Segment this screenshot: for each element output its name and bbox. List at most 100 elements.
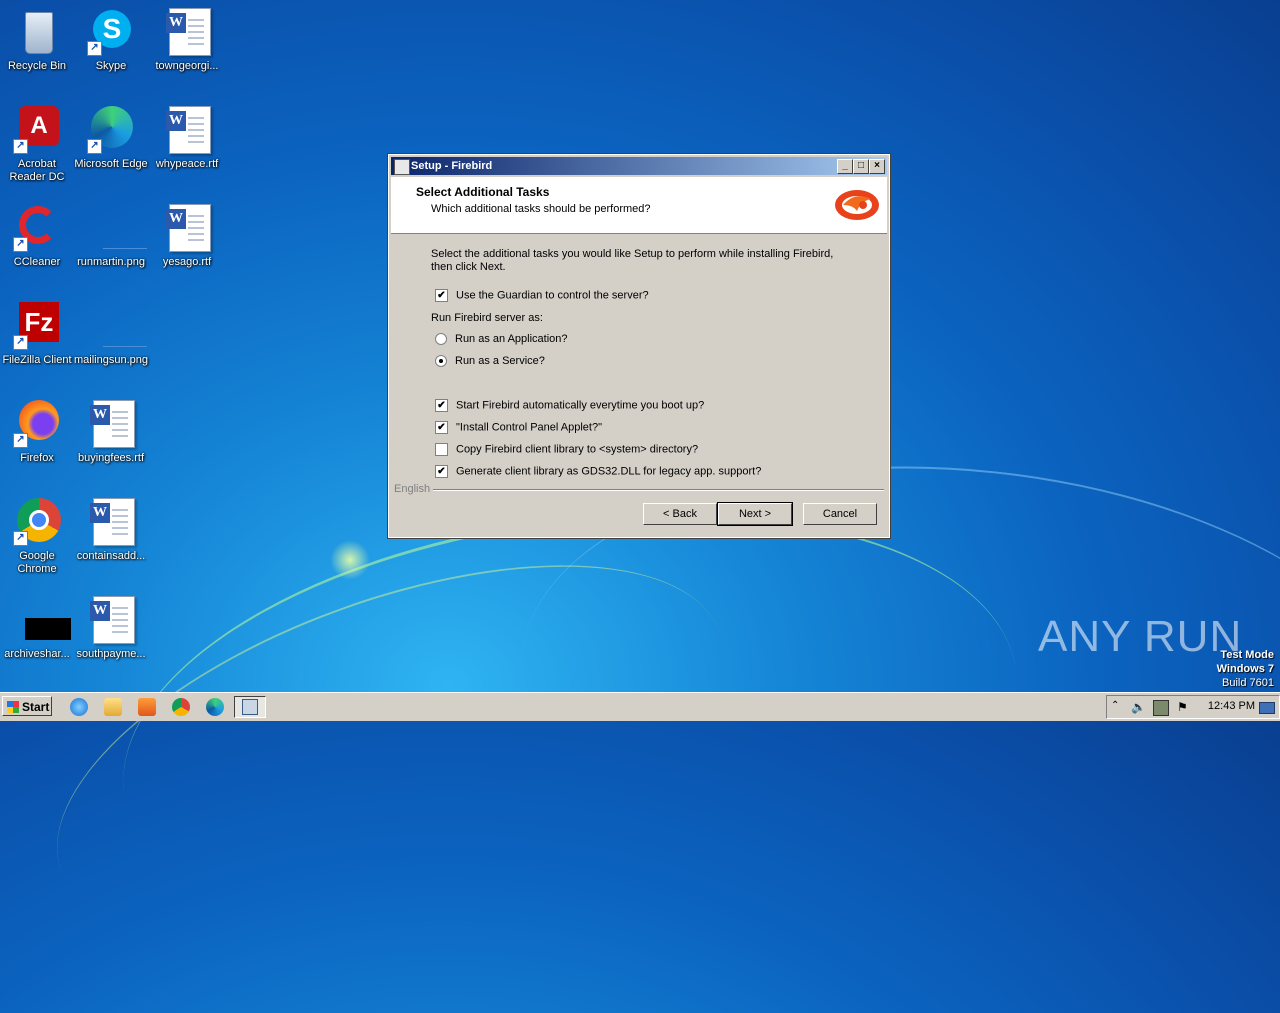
run-as-application-option[interactable]: Run as an Application? [435, 333, 568, 347]
desktop-icon-label: Google Chrome [17, 550, 57, 575]
desktop-icon-file[interactable]: W containsadd... [74, 498, 148, 563]
dialog-titlebar[interactable]: Setup - Firebird _ □ × [391, 157, 887, 175]
guardian-label: Use the Guardian to control the server? [456, 289, 649, 302]
page-title: Select Additional Tasks [416, 185, 550, 199]
edge-icon[interactable] [206, 698, 224, 716]
desktop-icon-file[interactable]: W southpayme... [74, 596, 148, 661]
desktop-icon-file[interactable]: mailingsun.png [74, 302, 148, 367]
gds32-option[interactable]: ✔ Generate client library as GDS32.DLL fo… [435, 465, 761, 479]
run-as-service-radio[interactable] [435, 355, 447, 368]
desktop-icon-label: FileZilla Client [2, 354, 72, 366]
copy-client-library-option[interactable]: Copy Firebird client library to <system>… [435, 443, 698, 457]
clock[interactable]: 12:43 PM [1208, 700, 1255, 712]
desktop-icon-label: CCleaner [13, 256, 61, 268]
shortcut-arrow-icon: ↗ [13, 237, 28, 252]
desktop-icon-recycle-bin[interactable]: Recycle Bin [0, 8, 74, 73]
chrome-icon: ↗ [13, 498, 61, 546]
desktop-icon-label: Skype [95, 60, 127, 72]
build-label: Build 7601 [1222, 677, 1274, 689]
desktop-icon-label: Acrobat Reader DC [9, 158, 65, 183]
skype-icon: S ↗ [87, 8, 135, 56]
network-icon[interactable] [1153, 700, 1169, 716]
desktop-icon-label: whypeace.rtf [155, 158, 219, 170]
desktop-icon-file[interactable]: W buyingfees.rtf [74, 400, 148, 465]
desktop-icon-edge[interactable]: ↗ Microsoft Edge [74, 106, 148, 171]
chrome-icon[interactable] [172, 698, 190, 716]
next-button[interactable]: Next > [717, 502, 793, 526]
desktop-icon-file[interactable]: W whypeace.rtf [150, 106, 224, 171]
close-button[interactable]: × [869, 159, 885, 174]
footer-separator [433, 489, 884, 491]
setup-dialog: Setup - Firebird _ □ × Select Additional… [387, 153, 891, 539]
run-as-service-label: Run as a Service? [455, 355, 545, 367]
show-hidden-icons-icon[interactable]: ⌃ [1111, 700, 1125, 714]
cancel-button[interactable]: Cancel [803, 503, 877, 525]
desktop-icon-chrome[interactable]: ↗ Google Chrome [0, 498, 74, 576]
maximize-button[interactable]: □ [853, 159, 869, 174]
shortcut-arrow-icon: ↗ [13, 531, 28, 546]
os-label: Windows 7 [1216, 663, 1274, 675]
installer-icon [394, 159, 410, 175]
wizard-header: Select Additional Tasks Which additional… [391, 177, 887, 234]
anyrun-watermark: ANY RUN [1038, 612, 1243, 661]
run-as-label: Run Firebird server as: [431, 312, 543, 324]
word-document-icon: W [87, 400, 135, 448]
guardian-checkbox[interactable]: ✔ [435, 289, 448, 302]
folder-icon[interactable] [104, 698, 122, 716]
word-document-icon: W [163, 106, 211, 154]
show-desktop-icon[interactable] [1259, 702, 1275, 714]
desktop-icon-skype[interactable]: S ↗ Skype [74, 8, 148, 73]
desktop-icon-file[interactable]: W yesago.rtf [150, 204, 224, 269]
installer-icon [242, 699, 258, 715]
minimize-button[interactable]: _ [837, 159, 853, 174]
media-player-icon[interactable] [138, 698, 156, 716]
filezilla-icon: Fz ↗ [13, 302, 61, 350]
desktop-icon-acrobat[interactable]: A ↗ Acrobat Reader DC [0, 106, 74, 184]
desktop-icon-firefox[interactable]: ↗ Firefox [0, 400, 74, 465]
desktop-icon-ccleaner[interactable]: ↗ CCleaner [0, 204, 74, 269]
desktop-icon-file[interactable]: archiveshar... [0, 596, 74, 661]
start-button[interactable]: Start [2, 696, 52, 716]
taskbar: Start ⌃ 🔈 ⚑ 12:43 PM [0, 692, 1280, 721]
run-as-application-label: Run as an Application? [455, 333, 568, 345]
intro-text: Select the additional tasks you would li… [431, 248, 834, 273]
internet-explorer-icon[interactable] [70, 698, 88, 716]
dialog-title: Setup - Firebird [411, 160, 493, 172]
black-file-icon [13, 596, 71, 644]
autostart-label: Start Firebird automatically everytime y… [456, 399, 705, 412]
system-tray: ⌃ 🔈 ⚑ 12:43 PM [1106, 695, 1280, 719]
taskbar-item-setup[interactable] [234, 696, 266, 718]
desktop-icon-label: buyingfees.rtf [77, 452, 145, 464]
desktop-icon-file[interactable]: runmartin.png [74, 204, 148, 269]
desktop-icon-label: Recycle Bin [7, 60, 67, 72]
control-panel-applet-option[interactable]: ✔ "Install Control Panel Applet?" [435, 421, 602, 435]
edge-icon: ↗ [87, 106, 135, 154]
ccleaner-icon: ↗ [13, 204, 61, 252]
action-center-flag-icon[interactable]: ⚑ [1177, 700, 1191, 714]
run-as-service-option[interactable]: Run as a Service? [435, 355, 545, 369]
shortcut-arrow-icon: ↗ [13, 335, 28, 350]
gds32-label: Generate client library as GDS32.DLL for… [456, 465, 762, 478]
shortcut-arrow-icon: ↗ [87, 41, 102, 56]
desktop-icon-label: yesago.rtf [162, 256, 212, 268]
back-button[interactable]: < Back [643, 503, 717, 525]
desktop-icon-filezilla[interactable]: Fz ↗ FileZilla Client [0, 302, 74, 367]
language-label: English [394, 483, 431, 495]
desktop-icon-label: runmartin.png [77, 256, 145, 268]
guardian-option[interactable]: ✔ Use the Guardian to control the server? [435, 289, 649, 303]
image-file-icon [87, 204, 147, 252]
desktop-icon-label: containsadd... [76, 550, 146, 562]
gds32-checkbox[interactable]: ✔ [435, 465, 448, 478]
autostart-checkbox[interactable]: ✔ [435, 399, 448, 412]
run-as-application-radio[interactable] [435, 333, 447, 346]
shortcut-arrow-icon: ↗ [13, 139, 28, 154]
autostart-option[interactable]: ✔ Start Firebird automatically everytime … [435, 399, 704, 413]
control-panel-applet-checkbox[interactable]: ✔ [435, 421, 448, 434]
desktop-icon-label: Firefox [20, 452, 54, 464]
copy-client-library-checkbox[interactable] [435, 443, 448, 456]
desktop-icon-file[interactable]: W towngeorgi... [150, 8, 224, 73]
desktop-icon-label: mailingsun.png [74, 354, 148, 366]
speaker-icon[interactable]: 🔈 [1131, 700, 1146, 714]
desktop-icon-label: southpayme... [76, 648, 146, 660]
firefox-icon: ↗ [13, 400, 61, 448]
